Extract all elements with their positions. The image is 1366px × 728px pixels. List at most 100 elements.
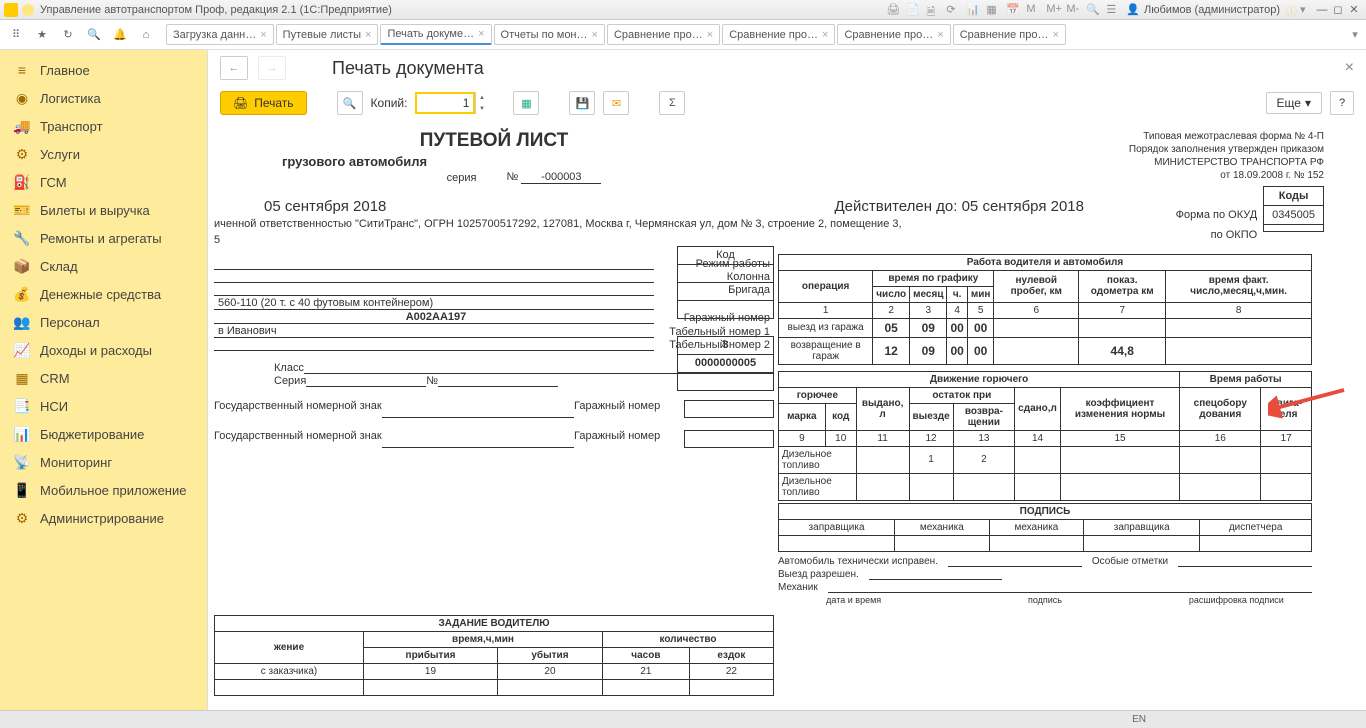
tab-close-icon[interactable]: × — [822, 29, 828, 41]
no2-label: № — [426, 375, 438, 387]
search-button[interactable]: 🔍 — [82, 23, 106, 47]
tab-close-icon[interactable]: × — [937, 29, 943, 41]
sidebar-label: Логистика — [40, 91, 101, 106]
sidebar-label: Мобильное приложение — [40, 483, 186, 498]
document-scroll[interactable]: ПУТЕВОЙ ЛИСТ грузового автомобиля серия … — [208, 120, 1366, 710]
cal-icon[interactable]: 📅 — [1006, 3, 1020, 17]
sidebar-item-5[interactable]: 🎫 Билеты и выручка — [0, 196, 207, 224]
forward-button[interactable]: → — [258, 56, 286, 80]
sidebar-item-1[interactable]: ◉Логистика — [0, 84, 207, 112]
okud-label: Форма по ОКУД — [1170, 206, 1264, 224]
gos2-label: Государственный номерной знак — [214, 430, 382, 448]
notif-button[interactable]: 🔔 — [108, 23, 132, 47]
sidebar-item-3[interactable]: ⚙Услуги — [0, 140, 207, 168]
sidebar-item-8[interactable]: 💰Денежные средства — [0, 280, 207, 308]
tech-ok: Автомобиль технически исправен. — [778, 556, 938, 567]
sidebar-label: Бюджетирование — [40, 427, 144, 442]
user-label[interactable]: 👤Любимов (администратор) — [1126, 3, 1280, 16]
sidebar-icon: 👥 — [14, 314, 30, 330]
tab-3[interactable]: Отчеты по мон…× — [494, 24, 605, 45]
codes-box: Коды 0345005 Форма по ОКУД по ОКПО — [1263, 186, 1324, 232]
m-icon[interactable]: M — [1026, 3, 1040, 17]
page-title: Печать документа — [332, 58, 484, 79]
favorite-button[interactable]: ★ — [30, 23, 54, 47]
sidebar-item-14[interactable]: 📡Мониторинг — [0, 448, 207, 476]
page-close-button[interactable]: × — [1345, 59, 1354, 77]
sidebar-item-12[interactable]: 📑НСИ — [0, 392, 207, 420]
sidebar-item-9[interactable]: 👥Персонал — [0, 308, 207, 336]
truck-model: 560-110 (20 т. с 40 футовым контейнером) — [214, 297, 654, 310]
refresh-icon[interactable]: ⟳ — [946, 3, 960, 17]
mail-button[interactable]: ✉ — [603, 91, 629, 115]
sidebar-item-4[interactable]: ⛽ГСМ — [0, 168, 207, 196]
mplus-icon[interactable]: M+ — [1046, 3, 1060, 17]
sidebar-item-10[interactable]: 📈Доходы и расходы — [0, 336, 207, 364]
tab-close-icon[interactable]: × — [707, 29, 713, 41]
dropdown2-icon[interactable]: ▾ — [1300, 3, 1314, 17]
sidebar-label: CRM — [40, 371, 70, 386]
sidebar-item-7[interactable]: 📦Склад — [0, 252, 207, 280]
garage2-label: Гаражный номер — [574, 430, 684, 448]
sidebar-label: Администрирование — [40, 511, 164, 526]
form-note-2: Порядок заполнения утвержден приказом — [774, 143, 1324, 156]
tab-1[interactable]: Путевые листы× — [276, 24, 379, 45]
calc-icon[interactable]: 🗎 — [926, 3, 940, 17]
app-logo-icon — [4, 3, 18, 17]
mminus-icon[interactable]: M- — [1066, 3, 1080, 17]
sidebar-item-15[interactable]: 📱 Мобильное приложение — [0, 476, 207, 504]
maximize-button[interactable]: ◻ — [1330, 3, 1346, 17]
print-icon[interactable]: 🖨 — [886, 3, 900, 17]
sidebar-icon: 📱 — [14, 482, 30, 498]
save-button[interactable]: 💾 — [569, 91, 595, 115]
minimize-button[interactable]: — — [1314, 3, 1330, 17]
sidebar-item-6[interactable]: 🔧Ремонты и агрегаты — [0, 224, 207, 252]
layout-button[interactable]: ▦ — [513, 91, 539, 115]
copies-down[interactable]: ▼ — [475, 103, 487, 114]
copies-up[interactable]: ▲ — [475, 92, 487, 103]
sidebar-item-11[interactable]: ▦CRM — [0, 364, 207, 392]
doc-subtitle: грузового автомобиля — [222, 154, 766, 169]
sidebar-item-2[interactable]: 🚚Транспорт — [0, 112, 207, 140]
doc-icon[interactable]: 📄 — [906, 3, 920, 17]
codes-header: Коды — [1264, 187, 1324, 206]
tab-close-icon[interactable]: × — [478, 28, 484, 40]
apps-button[interactable]: ⠿ — [4, 23, 28, 47]
tab-4[interactable]: Сравнение про…× — [607, 24, 720, 45]
dropdown-icon[interactable] — [22, 4, 34, 16]
tab-2[interactable]: Печать докуме…× — [380, 24, 491, 45]
preview-button[interactable]: 🔍 — [337, 91, 363, 115]
tab-menu-button[interactable]: ▾ — [1348, 23, 1362, 47]
tab-close-icon[interactable]: × — [365, 29, 371, 41]
list-icon[interactable]: ☰ — [1106, 3, 1120, 17]
tab-close-icon[interactable]: × — [1053, 29, 1059, 41]
print-button[interactable]: 🖨Печать — [220, 91, 307, 115]
tab-6[interactable]: Сравнение про…× — [837, 24, 950, 45]
sidebar-item-0[interactable]: ≡Главное — [0, 56, 207, 84]
zoom-icon[interactable]: 🔍 — [1086, 3, 1100, 17]
sidebar-icon: 🎫 — [14, 202, 30, 218]
sidebar-icon: 📊 — [14, 426, 30, 442]
tab-7[interactable]: Сравнение про…× — [953, 24, 1066, 45]
series-label: серия — [447, 172, 477, 184]
sidebar-item-16[interactable]: ⚙Администрирование — [0, 504, 207, 532]
close-button[interactable]: ✕ — [1346, 3, 1362, 17]
form-note-4: от 18.09.2008 г. № 152 — [774, 169, 1324, 182]
home-button[interactable]: ⌂ — [134, 23, 158, 47]
help-button[interactable]: ? — [1330, 91, 1354, 115]
more-button[interactable]: Еще▾ — [1266, 92, 1322, 114]
sidebar-icon: 📈 — [14, 342, 30, 358]
tab-close-icon[interactable]: × — [260, 29, 266, 41]
sidebar-label: Билеты и выручка — [40, 203, 150, 218]
tab-close-icon[interactable]: × — [592, 29, 598, 41]
grid-icon[interactable]: ▦ — [986, 3, 1000, 17]
back-button[interactable]: ← — [220, 56, 248, 80]
info-icon[interactable]: ⓘ — [1286, 3, 1300, 17]
sum-button[interactable]: Σ — [659, 91, 685, 115]
tab-5[interactable]: Сравнение про…× — [722, 24, 835, 45]
tab-0[interactable]: Загрузка данн…× — [166, 24, 274, 45]
copies-input[interactable]: 1 — [415, 92, 475, 114]
sidebar-item-13[interactable]: 📊 Бюджетирование — [0, 420, 207, 448]
lang-indicator[interactable]: EN — [1132, 714, 1146, 725]
chart-icon[interactable]: 📊 — [966, 3, 980, 17]
history-button[interactable]: ↻ — [56, 23, 80, 47]
